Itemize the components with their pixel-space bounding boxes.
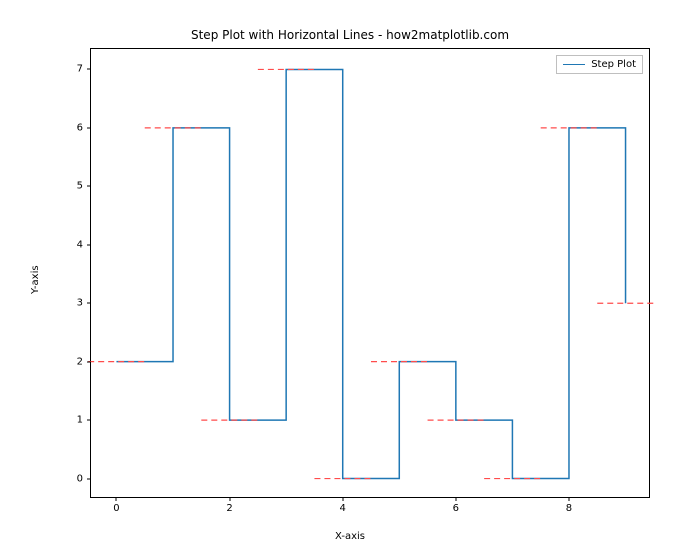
y-tick-label: 5 (77, 181, 83, 192)
y-axis-label: Y-axis (30, 0, 41, 560)
y-tick-mark (87, 127, 91, 128)
legend-line-icon (563, 64, 585, 65)
y-tick-label: 2 (77, 356, 83, 367)
step-line (116, 69, 625, 478)
x-axis-label: X-axis (0, 531, 700, 542)
y-tick-label: 0 (77, 473, 83, 484)
y-tick-label: 3 (77, 298, 83, 309)
y-tick-mark (87, 303, 91, 304)
x-tick-mark (229, 497, 230, 501)
y-tick-mark (87, 478, 91, 479)
y-tick-label: 7 (77, 64, 83, 75)
y-tick-label: 4 (77, 239, 83, 250)
y-tick-label: 1 (77, 415, 83, 426)
y-tick-mark (87, 69, 91, 70)
x-tick-mark (116, 497, 117, 501)
y-tick-label: 6 (77, 122, 83, 133)
y-tick-mark (87, 420, 91, 421)
x-tick-mark (342, 497, 343, 501)
x-tick-label: 6 (453, 503, 459, 514)
x-tick-label: 4 (340, 503, 346, 514)
chart-figure: Step Plot with Horizontal Lines - how2ma… (0, 0, 700, 560)
plot-svg (91, 49, 649, 497)
chart-title: Step Plot with Horizontal Lines - how2ma… (0, 28, 700, 42)
plot-area: Step Plot 0246801234567 (90, 48, 650, 498)
x-tick-label: 0 (113, 503, 119, 514)
y-tick-mark (87, 361, 91, 362)
x-tick-mark (455, 497, 456, 501)
legend: Step Plot (556, 55, 643, 74)
y-tick-mark (87, 186, 91, 187)
x-tick-label: 2 (226, 503, 232, 514)
x-tick-mark (568, 497, 569, 501)
y-tick-mark (87, 244, 91, 245)
legend-label: Step Plot (591, 59, 636, 70)
x-tick-label: 8 (566, 503, 572, 514)
